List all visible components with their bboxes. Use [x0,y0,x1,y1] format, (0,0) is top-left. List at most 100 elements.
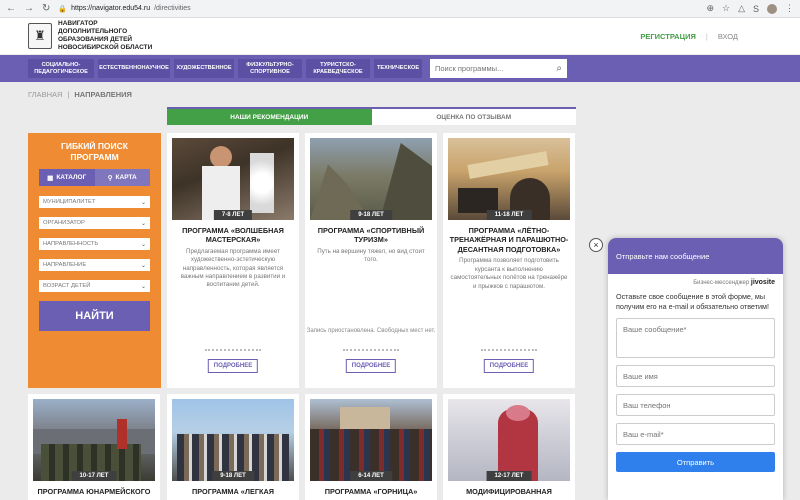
chat-close-icon[interactable]: × [589,238,603,252]
program-description: Путь на вершину тяжел, но вид стоит того… [317,247,425,264]
phone-field [616,394,775,417]
program-photo[interactable]: 9-18 ЛЕТ [172,399,294,481]
search-icon[interactable]: ⌕ [556,63,562,74]
filter-panel: ГИБКИЙ ПОИСК ПРОГРАММ ▦ КАТАЛОГ ⚲ КАРТА … [28,133,161,388]
breadcrumb-home[interactable]: ГЛАВНАЯ [28,90,62,99]
menu-dots-icon[interactable]: ⋮ [785,3,794,14]
details-button[interactable]: ПОДРОБНЕЕ [345,359,397,373]
catalog-view-button[interactable]: ▦ КАТАЛОГ [39,169,95,187]
browser-toolbar: ← → ↻ 🔒 https://navigator.edu54.ru/direc… [0,0,800,18]
map-pin-icon: ⚲ [107,174,113,182]
card-divider [481,349,537,351]
view-mode-switch: ▦ КАТАЛОГ ⚲ КАРТА [39,169,150,187]
age-badge: 10-17 ЛЕТ [71,471,117,481]
address-bar[interactable]: 🔒 https://navigator.edu54.ru/directiviti… [58,5,706,13]
age-badge: 6-14 ЛЕТ [350,471,392,481]
select-municipality[interactable]: МУНИЦИПАЛИТЕТ ⌄ [39,196,150,209]
chevron-down-icon: ⌄ [140,220,146,227]
site-logo-text[interactable]: НАВИГАТОР ДОПОЛНИТЕЛЬНОГО ОБРАЗОВАНИЯ ДЕ… [58,20,168,53]
chevron-down-icon: ⌄ [140,283,146,290]
jivosite-logo[interactable]: jivosite [751,279,775,286]
card-divider [205,349,261,351]
chat-intro-text: Оставьте свое сообщение в этой форме, мы… [616,292,769,312]
details-button[interactable]: ПОДРОБНЕЕ [207,359,259,373]
program-card[interactable]: 11-18 ЛЕТ ПРОГРАММА «ЛЁТНО-ТРЕНАЖЁРНАЯ И… [443,133,575,388]
nav-category-socio-pedagogical[interactable]: СОЦИАЛЬНО-ПЕДАГОГИЧЕСКОЕ [28,59,94,78]
nav-category-tourism[interactable]: ТУРИСТСКО-КРАЕВЕДЧЕСКОЕ [306,59,370,78]
program-title[interactable]: МОДИФИЦИРОВАННАЯ [449,487,569,496]
url-path: /directivities [154,5,191,12]
nav-category-natural-science[interactable]: ЕСТЕСТВЕННОНАУЧНОЕ [98,59,170,78]
register-link[interactable]: РЕГИСТРАЦИЯ [640,32,695,41]
select-direction[interactable]: НАПРАВЛЕНИЕ ⌄ [39,259,150,272]
site-header: ♜ НАВИГАТОР ДОПОЛНИТЕЛЬНОГО ОБРАЗОВАНИЯ … [0,18,800,54]
profile-avatar[interactable] [767,3,777,14]
program-card[interactable]: 7-8 ЛЕТ ПРОГРАММА «ВОЛШЕБНАЯ МАСТЕРСКАЯ»… [167,133,299,388]
send-button[interactable]: Отправить [616,452,775,473]
message-field [616,318,775,359]
select-focus[interactable]: НАПРАВЛЕННОСТЬ ⌄ [39,238,150,251]
email-input[interactable] [623,429,768,439]
tab-recommendations[interactable]: НАШИ РЕКОМЕНДАЦИИ [167,109,372,125]
message-input[interactable] [623,325,768,344]
coat-of-arms-icon[interactable]: ♜ [28,23,52,49]
extension-s-icon[interactable]: Ѕ [753,4,759,14]
program-card[interactable]: 9-18 ЛЕТ ПРОГРАММА «ЛЕГКАЯ [167,394,299,500]
nav-category-art[interactable]: ХУДОЖЕСТВЕННОЕ [174,59,234,78]
back-icon[interactable]: ← [6,3,16,14]
login-link[interactable]: ВХОД [718,32,738,41]
nav-category-sport[interactable]: ФИЗКУЛЬТУРНО-СПОРТИВНОЕ [238,59,302,78]
program-card[interactable]: 9-18 ЛЕТ ПРОГРАММА «СПОРТИВНЫЙ ТУРИЗМ» П… [305,133,437,388]
program-title[interactable]: ПРОГРАММА «ЛЁТНО-ТРЕНАЖЁРНАЯ И ПАРАШЮТНО… [449,226,569,254]
breadcrumb-separator: | [67,90,70,99]
age-badge: 9-18 ЛЕТ [212,471,254,481]
program-photo[interactable]: 7-8 ЛЕТ [172,138,294,220]
sort-tabs: НАШИ РЕКОМЕНДАЦИИ ОЦЕНКА ПО ОТЗЫВАМ [167,107,576,125]
find-button[interactable]: НАЙТИ [39,301,150,332]
tab-rating[interactable]: ОЦЕНКА ПО ОТЗЫВАМ [371,109,576,125]
map-view-button[interactable]: ⚲ КАРТА [94,169,150,187]
catalog-label: КАТАЛОГ [56,174,87,182]
select-organizer-label: ОРГАНИЗАТОР [43,220,85,227]
name-field [616,365,775,388]
chat-brand-prefix: Бизнес-мессенджер [693,280,750,286]
chevron-down-icon: ⌄ [140,199,146,206]
chat-brand: Бизнес-мессенджер jivosite [608,274,783,286]
select-age[interactable]: ВОЗРАСТ ДЕТЕЙ ⌄ [39,280,150,293]
url-host: https://navigator.edu54.ru [71,5,151,12]
program-title[interactable]: ПРОГРАММА «СПОРТИВНЫЙ ТУРИЗМ» [311,226,431,245]
translate-icon[interactable]: ⊕ [706,3,714,14]
phone-input[interactable] [623,400,768,410]
name-input[interactable] [623,371,768,381]
main-navigation: СОЦИАЛЬНО-ПЕДАГОГИЧЕСКОЕ ЕСТЕСТВЕННОНАУЧ… [0,55,800,82]
search-input[interactable] [435,64,557,73]
age-badge: 7-8 ЛЕТ [213,210,253,220]
program-photo[interactable]: 12-17 ЛЕТ [448,399,570,481]
program-title[interactable]: ПРОГРАММА «ЛЕГКАЯ [173,487,293,496]
program-title[interactable]: ПРОГРАММА «ГОРНИЦА» [311,487,431,496]
program-photo[interactable]: 9-18 ЛЕТ [310,138,432,220]
forward-icon[interactable]: → [24,3,34,14]
program-search: ⌕ [430,59,567,78]
program-title[interactable]: ПРОГРАММА ЮНАРМЕЙСКОГО [34,487,154,496]
breadcrumb: ГЛАВНАЯ | НАПРАВЛЕНИЯ [28,90,132,99]
bookmark-star-icon[interactable]: ☆ [722,3,730,14]
breadcrumb-current: НАПРАВЛЕНИЯ [74,90,132,99]
program-photo[interactable]: 11-18 ЛЕТ [448,138,570,220]
program-card[interactable]: 6-14 ЛЕТ ПРОГРАММА «ГОРНИЦА» [305,394,437,500]
program-card[interactable]: 10-17 ЛЕТ ПРОГРАММА ЮНАРМЕЙСКОГО [28,394,160,500]
chevron-down-icon: ⌄ [140,262,146,269]
program-photo[interactable]: 10-17 ЛЕТ [33,399,155,481]
extension-icon[interactable]: △ [738,3,745,14]
program-card[interactable]: 12-17 ЛЕТ МОДИФИЦИРОВАННАЯ [443,394,575,500]
nav-category-technical[interactable]: ТЕХНИЧЕСКОЕ [374,59,422,78]
program-photo[interactable]: 6-14 ЛЕТ [310,399,432,481]
reload-icon[interactable]: ↻ [42,3,50,14]
details-button[interactable]: ПОДРОБНЕЕ [483,359,535,373]
program-title[interactable]: ПРОГРАММА «ВОЛШЕБНАЯ МАСТЕРСКАЯ» [173,226,293,245]
select-municipality-label: МУНИЦИПАЛИТЕТ [43,199,96,206]
select-organizer[interactable]: ОРГАНИЗАТОР ⌄ [39,217,150,230]
filter-title: ГИБКИЙ ПОИСК ПРОГРАММ [61,141,128,163]
chat-header[interactable]: Отправьте нам сообщение [608,238,783,274]
select-age-label: ВОЗРАСТ ДЕТЕЙ [43,283,91,290]
